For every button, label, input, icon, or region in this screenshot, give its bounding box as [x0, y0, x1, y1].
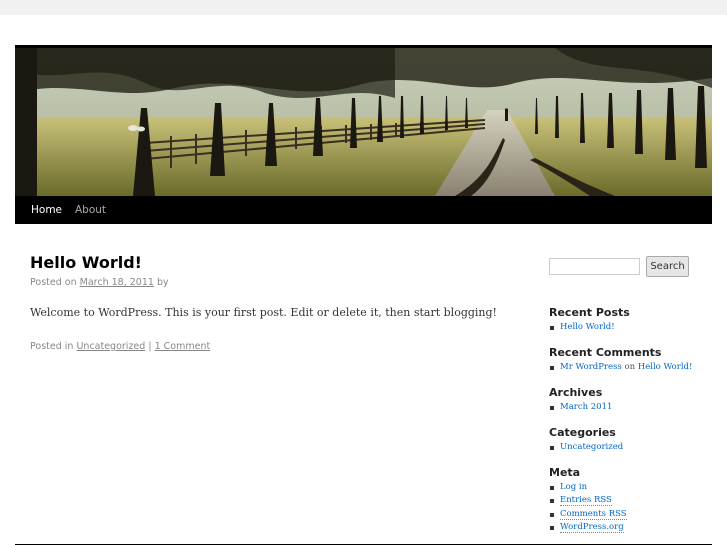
recent-post-link[interactable]: Hello World! — [560, 322, 615, 332]
meta-comments-rss-link[interactable]: Comments RSS — [560, 508, 627, 520]
header-image — [15, 48, 712, 196]
posted-by-label: by — [156, 277, 169, 288]
bullet-icon — [550, 499, 554, 504]
list-item: Log in — [549, 481, 714, 494]
meta-separator: | — [148, 341, 152, 352]
widget-meta: Meta Log in Entries RSS Comments RSS Wor… — [549, 466, 714, 534]
search-button[interactable]: Search — [646, 256, 689, 277]
post-title[interactable]: Hello World! — [30, 250, 500, 276]
comment-on-label: on — [624, 362, 636, 372]
list-item: Hello World! — [549, 321, 714, 334]
main-content: Hello World! Posted on March 18, 2011 by… — [30, 250, 500, 354]
post-content: Welcome to WordPress. This is your first… — [30, 306, 497, 319]
bullet-icon — [550, 326, 554, 330]
meta-wordpress-org-link[interactable]: WordPress.org — [560, 521, 624, 533]
bullet-icon — [550, 486, 554, 490]
widget-title-recent-posts: Recent Posts — [549, 306, 630, 319]
posted-in-label: Posted in — [30, 341, 74, 352]
bullet-icon — [550, 525, 554, 530]
list-item: Mr WordPress on Hello World! — [549, 361, 714, 374]
meta-entries-rss-link[interactable]: Entries RSS — [560, 495, 612, 507]
widget-recent-posts: Recent Posts Hello World! — [549, 306, 714, 334]
post-date-link[interactable]: March 18, 2011 — [80, 277, 154, 288]
post-meta: Posted on March 18, 2011 by — [30, 276, 500, 290]
bullet-icon — [550, 512, 554, 517]
bullet-icon — [550, 406, 554, 410]
bullet-icon — [550, 366, 554, 370]
comment-post-link[interactable]: Hello World! — [638, 362, 693, 372]
category-link[interactable]: Uncategorized — [560, 442, 623, 452]
list-item: Comments RSS — [549, 508, 714, 521]
list-item: WordPress.org — [549, 521, 714, 534]
list-item: Uncategorized — [549, 441, 714, 454]
post-category-link[interactable]: Uncategorized — [76, 341, 145, 352]
widget-recent-comments: Recent Comments Mr WordPress on Hello Wo… — [549, 346, 714, 374]
meta-login-link[interactable]: Log in — [560, 482, 587, 492]
comment-author-link[interactable]: Mr WordPress — [560, 362, 622, 372]
widget-archives: Archives March 2011 — [549, 386, 714, 414]
nav-item-home[interactable]: Home — [31, 196, 62, 224]
header-landscape-illustration — [15, 48, 712, 196]
list-item: March 2011 — [549, 401, 714, 414]
post-utility: Posted in Uncategorized | 1 Comment — [30, 340, 500, 354]
archive-link[interactable]: March 2011 — [560, 402, 612, 412]
widget-title-archives: Archives — [549, 386, 603, 399]
search-input[interactable] — [549, 258, 640, 275]
widget-title-recent-comments: Recent Comments — [549, 346, 662, 359]
list-item: Entries RSS — [549, 494, 714, 507]
widget-title-meta: Meta — [549, 466, 581, 479]
widget-title-categories: Categories — [549, 426, 616, 439]
posted-on-label: Posted on — [30, 277, 77, 288]
nav-item-about[interactable]: About — [75, 196, 106, 224]
widget-categories: Categories Uncategorized — [549, 426, 714, 454]
main-navigation: Home About — [15, 196, 712, 224]
post-comments-link[interactable]: 1 Comment — [155, 341, 211, 352]
bullet-icon — [550, 446, 554, 450]
